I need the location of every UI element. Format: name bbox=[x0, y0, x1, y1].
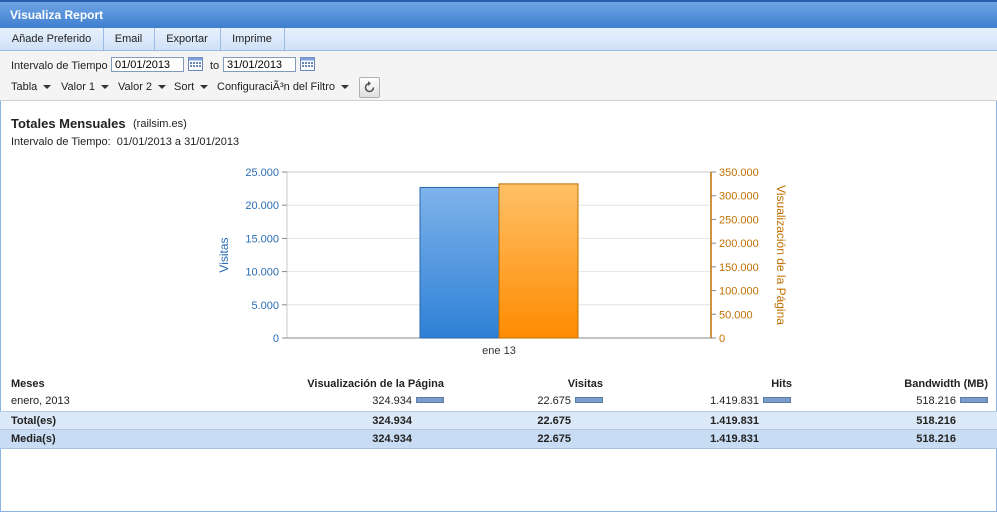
sort-dropdown-label: Sort bbox=[174, 81, 195, 93]
left-axis-tick-label: 15.000 bbox=[245, 233, 279, 245]
right-axis-tick-label: 250.000 bbox=[719, 214, 759, 226]
average-pageviews: 324.934 bbox=[372, 433, 412, 445]
filter-config-dropdown[interactable]: ConfiguraciÃ³n del Filtro bbox=[217, 81, 349, 93]
end-calendar-icon[interactable] bbox=[300, 57, 315, 71]
chevron-down-icon bbox=[341, 85, 349, 90]
start-calendar-icon[interactable] bbox=[188, 57, 203, 71]
total-pageviews: 324.934 bbox=[372, 415, 412, 427]
right-axis-tick-label: 200.000 bbox=[719, 238, 759, 250]
header-bandwidth: Bandwidth (MB) bbox=[904, 378, 988, 390]
header-month: Meses bbox=[11, 378, 45, 390]
pageviews-bar bbox=[498, 183, 579, 339]
hits-mini-bar bbox=[763, 397, 791, 403]
visits-bar bbox=[419, 186, 500, 339]
value2-dropdown[interactable]: Valor 2 bbox=[118, 81, 167, 93]
row-hits: 1.419.831 bbox=[710, 395, 759, 407]
visits-mini-bar bbox=[575, 397, 603, 403]
bandwidth-mini-bar bbox=[960, 397, 988, 403]
chevron-down-icon bbox=[200, 85, 209, 90]
total-label: Total(es) bbox=[11, 415, 57, 427]
average-label: Media(s) bbox=[11, 433, 56, 445]
report-site: (railsim.es) bbox=[133, 118, 187, 130]
left-axis-title: Visitas bbox=[217, 237, 231, 272]
average-visits: 22.675 bbox=[537, 433, 571, 445]
title-bar: Visualiza Report bbox=[0, 0, 997, 28]
row-pageviews: 324.934 bbox=[372, 395, 412, 407]
left-axis-tick-label: 10.000 bbox=[245, 267, 279, 279]
table-dropdown-label: Tabla bbox=[11, 81, 38, 93]
email-button[interactable]: Email bbox=[103, 28, 155, 50]
monthly-chart: 0 5.000 10.000 15.000 20.000 25.000 0 50.000 100… bbox=[217, 167, 788, 357]
row-visits: 22.675 bbox=[537, 395, 571, 407]
total-bandwidth: 518.216 bbox=[916, 415, 956, 427]
header-hits: Hits bbox=[771, 378, 792, 390]
export-button[interactable]: Exportar bbox=[154, 28, 221, 50]
refresh-button[interactable] bbox=[359, 77, 380, 98]
right-axis-tick-label: 350.000 bbox=[719, 167, 759, 179]
value1-dropdown-label: Valor 1 bbox=[61, 81, 96, 93]
left-axis-tick-label: 25.000 bbox=[245, 167, 279, 179]
total-row: Total(es) 324.934 22.675 1.419.831 518.2… bbox=[0, 411, 997, 430]
value1-dropdown[interactable]: Valor 1 bbox=[61, 81, 110, 93]
start-date-input[interactable] bbox=[111, 57, 184, 72]
period-label: Intervalo de Tiempo: bbox=[11, 136, 111, 148]
toolbar: Añade Preferido Email Exportar Imprime bbox=[0, 28, 997, 51]
right-axis-title: Visualización de la Página bbox=[774, 185, 788, 325]
report-title: Totales Mensuales bbox=[11, 116, 126, 131]
right-axis-tick-label: 0 bbox=[719, 333, 725, 345]
average-bandwidth: 518.216 bbox=[916, 433, 956, 445]
average-hits: 1.419.831 bbox=[710, 433, 759, 445]
header-pageviews: Visualización de la Página bbox=[307, 378, 444, 390]
add-favorite-button[interactable]: Añade Preferido bbox=[0, 28, 104, 50]
filter-config-dropdown-label: ConfiguraciÃ³n del Filtro bbox=[217, 81, 335, 93]
chevron-down-icon bbox=[101, 85, 110, 90]
chevron-down-icon bbox=[158, 85, 167, 90]
sort-dropdown[interactable]: Sort bbox=[174, 81, 209, 93]
left-axis-tick-label: 0 bbox=[273, 333, 279, 345]
window-title: Visualiza Report bbox=[10, 8, 104, 22]
left-axis-tick-label: 20.000 bbox=[245, 200, 279, 212]
pageviews-mini-bar bbox=[416, 397, 444, 403]
right-axis-tick-label: 300.000 bbox=[719, 191, 759, 203]
end-date-input[interactable] bbox=[223, 57, 296, 72]
to-label: to bbox=[210, 60, 220, 72]
row-bandwidth: 518.216 bbox=[916, 395, 956, 407]
table-row: enero, 2013 324.934 22.675 1.419.831 518… bbox=[0, 392, 997, 411]
row-month: enero, 2013 bbox=[11, 395, 70, 407]
average-row: Media(s) 324.934 22.675 1.419.831 518.21… bbox=[0, 430, 997, 449]
right-axis-tick-label: 50.000 bbox=[719, 309, 753, 321]
header-visits: Visitas bbox=[567, 378, 603, 390]
interval-label: Intervalo de Tiempo bbox=[11, 60, 108, 72]
report-period: Intervalo de Tiempo: 01/01/2013 a 31/01/… bbox=[11, 136, 239, 148]
left-axis-tick-label: 5.000 bbox=[251, 300, 279, 312]
print-button[interactable]: Imprime bbox=[220, 28, 285, 50]
period-value: 01/01/2013 a 31/01/2013 bbox=[116, 136, 240, 148]
right-axis-tick-label: 100.000 bbox=[719, 286, 759, 298]
x-axis-category-label: ene 13 bbox=[482, 345, 516, 357]
total-hits: 1.419.831 bbox=[710, 415, 759, 427]
right-axis-tick-label: 150.000 bbox=[719, 262, 759, 274]
refresh-icon bbox=[364, 81, 375, 93]
total-visits: 22.675 bbox=[537, 415, 571, 427]
value2-dropdown-label: Valor 2 bbox=[118, 81, 153, 93]
chevron-down-icon bbox=[43, 85, 52, 90]
table-dropdown[interactable]: Tabla bbox=[11, 81, 52, 93]
